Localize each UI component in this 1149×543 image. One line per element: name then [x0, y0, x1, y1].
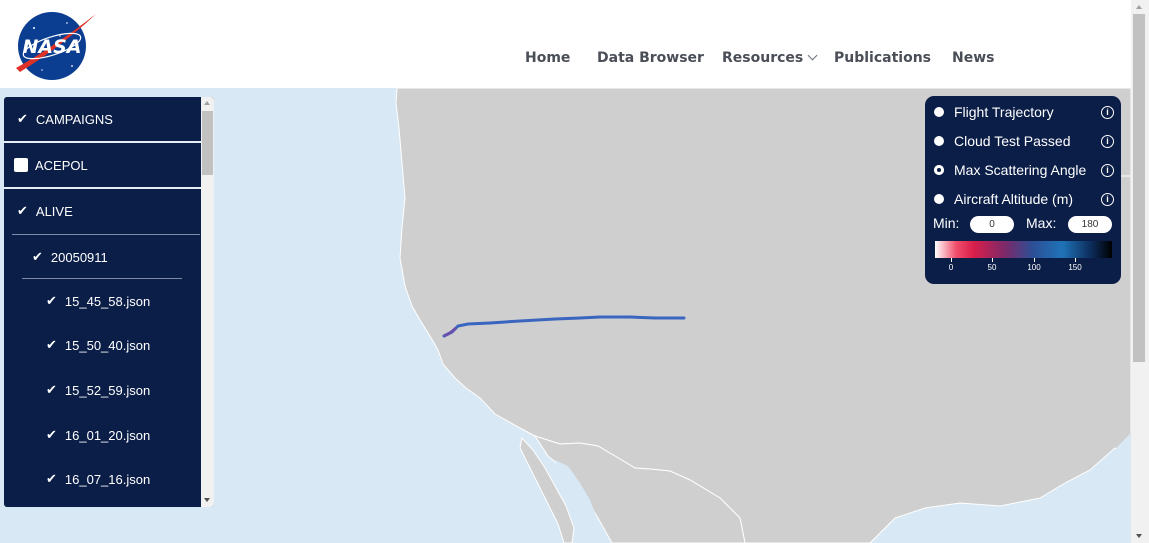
colorbar-tick — [1034, 258, 1035, 262]
file-item-label: 15_45_58.json — [64, 293, 151, 309]
info-icon[interactable]: i — [1101, 105, 1114, 119]
logo-text: NASA — [23, 36, 82, 58]
sidebar-item-label: ACEPOL — [35, 157, 88, 173]
colorbar-tick-label: 50 — [987, 263, 997, 272]
scrollbar-thumb[interactable] — [202, 111, 213, 175]
info-icon[interactable]: i — [1101, 192, 1114, 206]
checkmark-icon: ✔ — [46, 337, 57, 352]
file-item[interactable]: ✔ 15_50_40.json — [4, 323, 214, 367]
scroll-up-icon[interactable] — [1136, 5, 1142, 9]
max-input[interactable] — [1068, 216, 1112, 233]
nav-data-browser[interactable]: Data Browser — [597, 50, 704, 66]
file-item-label: 15_50_40.json — [64, 337, 151, 353]
colorbar-tick — [992, 258, 993, 262]
file-item[interactable]: ✔ 15_45_58.json — [4, 279, 214, 323]
checkmark-icon: ✔ — [46, 293, 57, 308]
chevron-down-icon — [807, 50, 818, 61]
sidebar-item-label: CAMPAIGNS — [35, 111, 113, 127]
scroll-down-icon[interactable] — [204, 498, 210, 502]
layer-options-panel: Flight Trajectory i Cloud Test Passed i … — [925, 96, 1121, 284]
min-label: Min: — [933, 215, 960, 231]
option-flight-trajectory[interactable]: Flight Trajectory i — [934, 104, 1114, 120]
checkmark-icon: ✔ — [46, 427, 57, 442]
colorbar — [935, 241, 1112, 258]
file-item-label: 16_07_16.json — [64, 471, 151, 487]
sidebar-item-label: 20050911 — [50, 249, 108, 265]
scrollbar-thumb[interactable] — [1133, 14, 1145, 362]
file-item-label: 16_01_20.json — [64, 427, 151, 443]
colorbar-tick-label: 0 — [948, 263, 954, 272]
file-item[interactable]: ✔ 16_01_20.json — [4, 413, 214, 457]
radio-button[interactable] — [934, 194, 944, 204]
checkbox-icon[interactable] — [14, 158, 28, 172]
file-item-label: 15_52_59.json — [64, 382, 151, 398]
option-max-scattering-angle[interactable]: Max Scattering Angle i — [934, 162, 1114, 178]
colorbar-tick — [1075, 258, 1076, 262]
nav-home[interactable]: Home — [525, 50, 570, 66]
nav-news[interactable]: News — [952, 50, 994, 66]
radio-button[interactable] — [934, 107, 944, 117]
checkmark-icon: ✔ — [17, 111, 28, 126]
option-aircraft-altitude[interactable]: Aircraft Altitude (m) i — [934, 191, 1114, 207]
scroll-down-icon[interactable] — [1136, 534, 1142, 538]
colorbar-tick-label: 100 — [1027, 263, 1041, 272]
nav-resources[interactable]: Resources — [722, 50, 818, 66]
colorbar-tick-label: 150 — [1068, 263, 1082, 272]
sidebar-scrollbar[interactable] — [201, 97, 214, 507]
sidebar-item-date[interactable]: ✔ 20050911 — [4, 235, 214, 279]
radio-button-selected[interactable] — [934, 165, 944, 175]
campaign-sidebar: ✔ CAMPAIGNS ACEPOL ✔ ALIVE ✔ 20050911 ✔ … — [4, 97, 214, 507]
checkmark-icon: ✔ — [32, 249, 43, 264]
nav-resources-label: Resources — [722, 50, 804, 66]
nasa-logo[interactable]: NASA — [12, 8, 98, 84]
option-label: Aircraft Altitude (m) — [954, 191, 1074, 207]
info-icon[interactable]: i — [1101, 163, 1114, 177]
colorbar-tick — [951, 258, 952, 262]
min-input[interactable] — [970, 216, 1014, 233]
info-icon[interactable]: i — [1101, 134, 1114, 148]
nav-publications[interactable]: Publications — [834, 50, 931, 66]
checkmark-icon: ✔ — [17, 203, 28, 218]
checkmark-icon: ✔ — [46, 471, 57, 486]
option-label: Flight Trajectory — [954, 104, 1054, 120]
option-label: Max Scattering Angle — [954, 162, 1087, 178]
radio-button[interactable] — [934, 136, 944, 146]
sidebar-item-acepol[interactable]: ACEPOL — [4, 143, 212, 187]
scroll-up-icon[interactable] — [204, 101, 210, 105]
file-item[interactable]: ✔ 16_07_16.json — [4, 457, 214, 501]
top-header: NASA Home Data Browser Resources Publica… — [0, 0, 1131, 88]
sidebar-item-label: ALIVE — [35, 203, 73, 219]
page-scrollbar[interactable] — [1131, 0, 1149, 543]
checkmark-icon: ✔ — [46, 382, 57, 397]
file-item[interactable]: ✔ 15_52_59.json — [4, 368, 214, 412]
option-cloud-test-passed[interactable]: Cloud Test Passed i — [934, 133, 1114, 149]
sidebar-item-alive[interactable]: ✔ ALIVE — [4, 189, 214, 233]
sidebar-item-campaigns[interactable]: ✔ CAMPAIGNS — [4, 97, 214, 141]
option-label: Cloud Test Passed — [954, 133, 1071, 149]
max-label: Max: — [1026, 215, 1057, 231]
